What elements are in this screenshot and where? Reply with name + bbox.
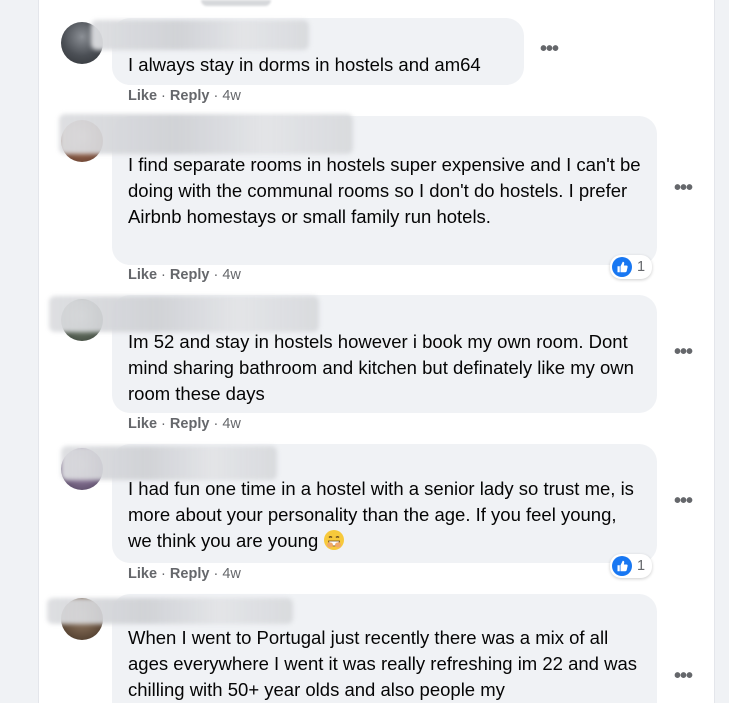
like-reaction-icon <box>612 556 632 576</box>
more-options-icon[interactable]: ••• <box>669 177 697 205</box>
comment-text: I find separate rooms in hostels super e… <box>128 154 641 227</box>
reaction-count[interactable]: 1 <box>610 255 653 279</box>
like-button[interactable]: Like <box>128 566 157 582</box>
separator: · <box>161 566 166 582</box>
timestamp[interactable]: 4w <box>222 566 241 582</box>
comment-actions: Like · Reply · 4w <box>128 566 241 582</box>
separator: · <box>213 416 219 432</box>
reaction-count[interactable]: 1 <box>610 554 653 578</box>
reply-button[interactable]: Reply <box>170 267 210 283</box>
separator: · <box>161 267 166 283</box>
comment-actions: Like · Reply · 4w <box>128 416 241 432</box>
comment-text: I had fun one time in a hostel with a se… <box>128 476 641 558</box>
comment-text: When I went to Portugal just recently th… <box>128 627 637 700</box>
reaction-total: 1 <box>637 558 646 574</box>
more-options-icon[interactable]: ••• <box>535 38 563 66</box>
timestamp[interactable]: 4w <box>222 267 241 283</box>
reply-button[interactable]: Reply <box>170 88 210 104</box>
timestamp[interactable]: 4w <box>222 88 241 104</box>
commenter-name-redacted[interactable] <box>91 20 309 50</box>
comment-actions: Like · Reply · 4w <box>128 88 241 104</box>
commenter-name-redacted[interactable] <box>61 446 277 480</box>
commenter-name-redacted[interactable] <box>49 296 319 332</box>
reaction-total: 1 <box>637 259 646 275</box>
separator: · <box>213 267 219 283</box>
comment-text: Im 52 and stay in hostels however i book… <box>128 331 634 404</box>
more-options-icon[interactable]: ••• <box>669 341 697 369</box>
grinning-emoji-icon <box>323 529 345 558</box>
timestamp[interactable]: 4w <box>222 416 241 432</box>
comments-panel: I always stay in dorms in hostels and am… <box>38 0 715 703</box>
reply-button[interactable]: Reply <box>170 566 210 582</box>
like-button[interactable]: Like <box>128 88 157 104</box>
separator: · <box>213 88 219 104</box>
comment-text: I always stay in dorms in hostels and am… <box>128 54 481 75</box>
separator: · <box>213 566 219 582</box>
separator: · <box>161 88 166 104</box>
like-reaction-icon <box>612 257 632 277</box>
comment-text-body: I had fun one time in a hostel with a se… <box>128 478 634 551</box>
reply-button[interactable]: Reply <box>170 416 210 432</box>
separator: · <box>161 416 166 432</box>
more-options-icon[interactable]: ••• <box>669 665 697 693</box>
cropped-previous-comment <box>201 0 271 6</box>
like-button[interactable]: Like <box>128 267 157 283</box>
like-button[interactable]: Like <box>128 416 157 432</box>
commenter-name-redacted[interactable] <box>59 114 353 154</box>
comment-actions: Like · Reply · 4w <box>128 267 241 283</box>
commenter-name-redacted[interactable] <box>47 598 293 624</box>
more-options-icon[interactable]: ••• <box>669 490 697 518</box>
